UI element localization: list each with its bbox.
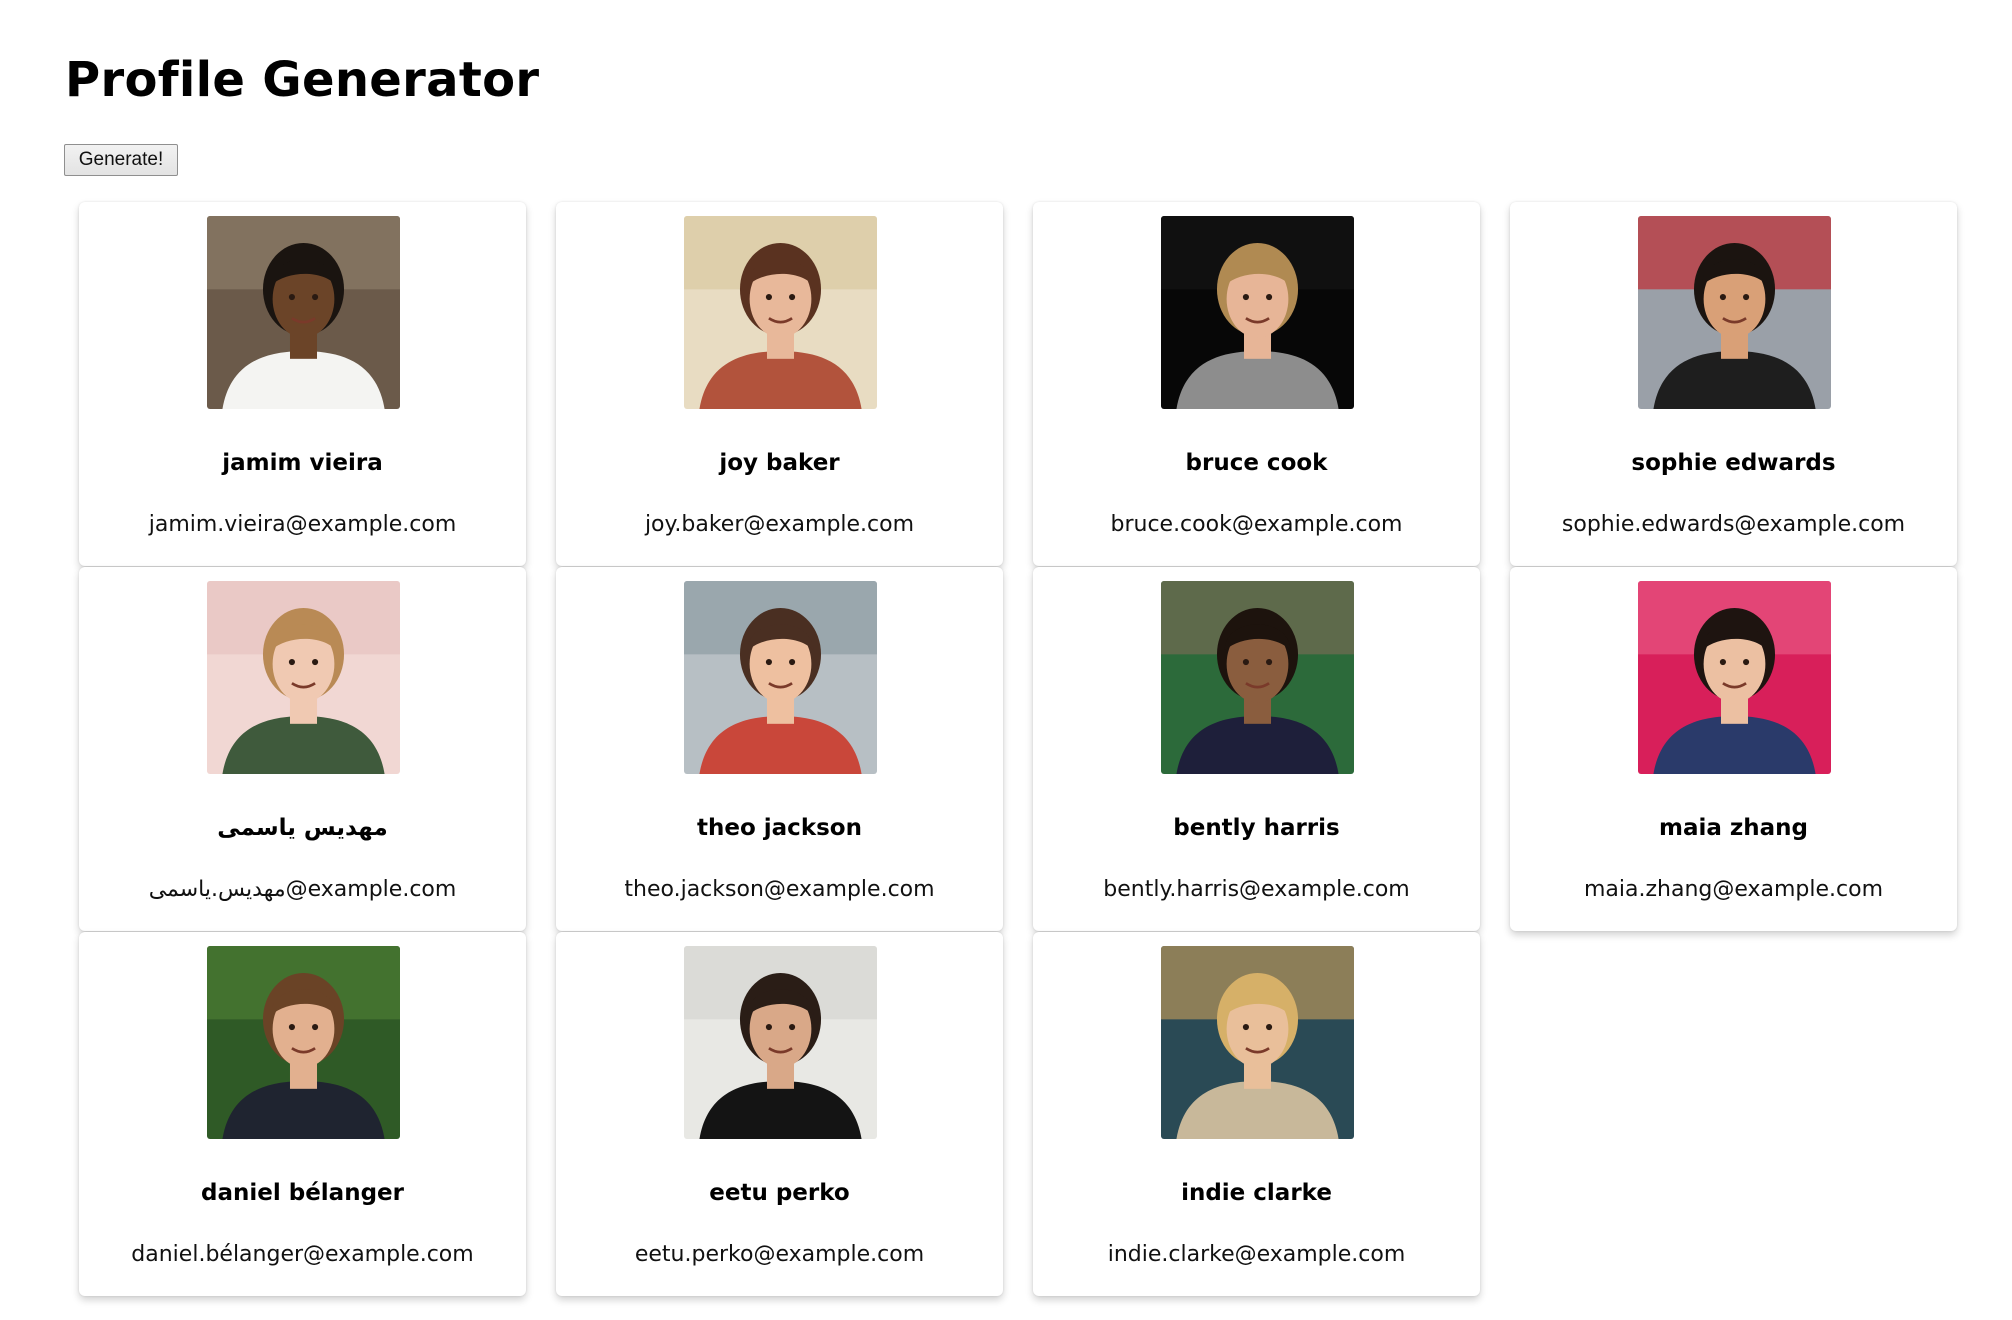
profile-card: maia zhang maia.zhang@example.com	[1510, 567, 1957, 931]
avatar	[1161, 581, 1354, 774]
profile-card: sophie edwards sophie.edwards@example.co…	[1510, 202, 1957, 566]
profile-name: maia zhang	[1658, 815, 1809, 841]
avatar	[684, 946, 877, 1139]
avatar	[1161, 946, 1354, 1139]
avatar	[684, 581, 877, 774]
profile-name: bruce cook	[1185, 450, 1328, 476]
profile-email: jamim.vieira@example.com	[148, 512, 457, 537]
profile-email: indie.clarke@example.com	[1107, 1242, 1406, 1267]
profile-name: indie clarke	[1181, 1180, 1332, 1206]
profile-name: daniel bélanger	[201, 1180, 404, 1206]
profile-email: maia.zhang@example.com	[1583, 877, 1884, 902]
profile-card: مهديس ياسمی مهديس.ياسمی@example.com	[79, 567, 526, 931]
profile-email: joy.baker@example.com	[644, 512, 915, 537]
profile-card: daniel bélanger daniel.bélanger@example.…	[79, 932, 526, 1296]
avatar-photo	[684, 216, 877, 409]
profile-name: theo jackson	[697, 815, 862, 841]
avatar-photo	[1638, 581, 1831, 774]
avatar-photo	[1638, 216, 1831, 409]
profile-email: مهديس.ياسمی@example.com	[148, 877, 457, 902]
profile-generator-page: Profile Generator Generate! jamim vieira…	[0, 0, 2012, 1320]
profile-card: bruce cook bruce.cook@example.com	[1033, 202, 1480, 566]
profile-email: sophie.edwards@example.com	[1561, 512, 1906, 537]
profile-name: sophie edwards	[1631, 450, 1836, 476]
profile-name: bently harris	[1173, 815, 1340, 841]
avatar	[1161, 216, 1354, 409]
profile-grid: jamim vieira jamim.vieira@example.com jo…	[79, 202, 1959, 1296]
profile-card: indie clarke indie.clarke@example.com	[1033, 932, 1480, 1296]
avatar-photo	[207, 581, 400, 774]
profile-email: daniel.bélanger@example.com	[131, 1242, 474, 1267]
profile-name: مهديس ياسمی	[217, 815, 388, 841]
avatar-photo	[1161, 216, 1354, 409]
avatar	[684, 216, 877, 409]
profile-name: eetu perko	[709, 1180, 850, 1206]
avatar-photo	[1161, 946, 1354, 1139]
profile-card: joy baker joy.baker@example.com	[556, 202, 1003, 566]
avatar	[1638, 581, 1831, 774]
avatar	[207, 216, 400, 409]
profile-name: joy baker	[719, 450, 840, 476]
profile-card: eetu perko eetu.perko@example.com	[556, 932, 1003, 1296]
avatar-photo	[684, 581, 877, 774]
avatar-photo	[684, 946, 877, 1139]
profile-card: theo jackson theo.jackson@example.com	[556, 567, 1003, 931]
avatar-photo	[207, 946, 400, 1139]
profile-name: jamim vieira	[222, 450, 383, 476]
profile-email: bently.harris@example.com	[1103, 877, 1410, 902]
profile-email: theo.jackson@example.com	[624, 877, 935, 902]
profile-email: eetu.perko@example.com	[634, 1242, 925, 1267]
profile-card: bently harris bently.harris@example.com	[1033, 567, 1480, 931]
avatar	[207, 946, 400, 1139]
avatar-photo	[1161, 581, 1354, 774]
avatar-photo	[207, 216, 400, 409]
profile-card: jamim vieira jamim.vieira@example.com	[79, 202, 526, 566]
generate-button[interactable]: Generate!	[64, 144, 178, 176]
avatar	[1638, 216, 1831, 409]
page-title: Profile Generator	[65, 52, 540, 108]
profile-email: bruce.cook@example.com	[1110, 512, 1403, 537]
avatar	[207, 581, 400, 774]
